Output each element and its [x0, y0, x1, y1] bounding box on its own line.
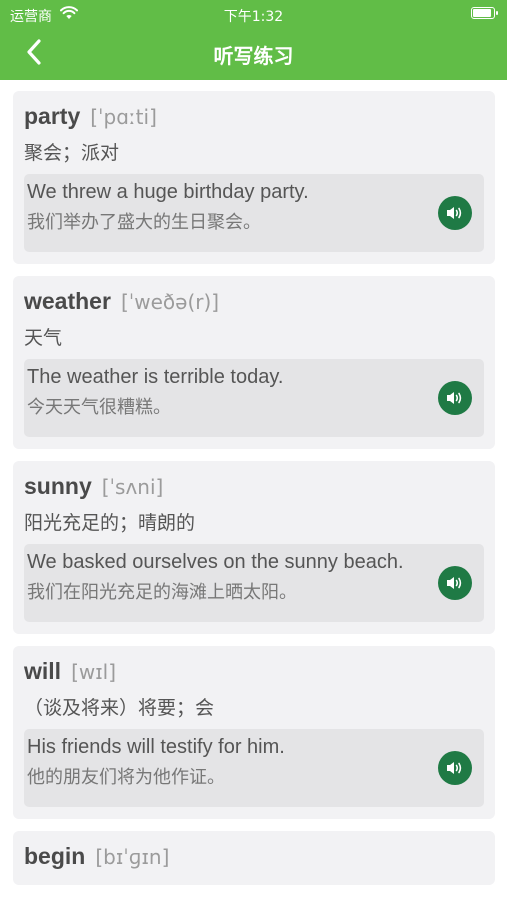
word-card: party [ˈpɑːti] 聚会；派对 We threw a huge bir…	[13, 91, 495, 264]
page-title: 听写练习	[213, 44, 294, 68]
example-english: We basked ourselves on the sunny beach.	[27, 551, 404, 573]
example-chinese: 今天天气很糟糕。	[27, 397, 171, 418]
phonetic-text: [wɪl]	[71, 660, 117, 684]
meaning-text: （谈及将来）将要；会	[24, 697, 215, 719]
phonetic-text: [ˈsʌni]	[101, 475, 164, 499]
example-box: The weather is terrible today. 今天天气很糟糕。	[24, 359, 484, 437]
example-box: His friends will testify for him. 他的朋友们将…	[24, 729, 484, 807]
example-chinese: 他的朋友们将为他作证。	[27, 767, 225, 788]
example-box: We basked ourselves on the sunny beach. …	[24, 544, 484, 622]
play-audio-button[interactable]	[438, 566, 472, 600]
word-text: sunny	[24, 473, 92, 499]
word-text: weather	[24, 288, 111, 314]
example-english: We threw a huge birthday party.	[27, 181, 309, 203]
word-card: will [wɪl] （谈及将来）将要；会 His friends will t…	[13, 646, 495, 819]
battery-icon	[471, 7, 498, 19]
word-card: sunny [ˈsʌni] 阳光充足的；晴朗的 We basked oursel…	[13, 461, 495, 634]
word-text: will	[24, 658, 62, 684]
play-audio-button[interactable]	[438, 751, 472, 785]
example-chinese: 我们举办了盛大的生日聚会。	[27, 212, 261, 233]
nav-header: 运营商 下午1:32 听写练习	[0, 0, 507, 80]
word-list: party [ˈpɑːti] 聚会；派对 We threw a huge bir…	[13, 91, 495, 897]
meaning-text: 聚会；派对	[24, 142, 120, 164]
play-audio-button[interactable]	[438, 196, 472, 230]
word-text: party	[24, 103, 81, 129]
example-chinese: 我们在阳光充足的海滩上晒太阳。	[27, 582, 297, 603]
play-audio-button[interactable]	[438, 381, 472, 415]
phonetic-text: [bɪˈɡɪn]	[95, 845, 170, 869]
speaker-icon	[447, 392, 462, 404]
meaning-text: 天气	[24, 327, 63, 349]
word-card: weather [ˈweðə(r)] 天气 The weather is ter…	[13, 276, 495, 449]
status-time: 下午1:32	[223, 9, 284, 25]
example-box: We threw a huge birthday party. 我们举办了盛大的…	[24, 174, 484, 252]
speaker-icon	[447, 577, 462, 589]
speaker-icon	[447, 207, 462, 219]
example-english: The weather is terrible today.	[27, 366, 284, 388]
phonetic-text: [ˈweðə(r)]	[120, 290, 220, 314]
word-card: begin [bɪˈɡɪn]	[13, 831, 495, 885]
meaning-text: 阳光充足的；晴朗的	[24, 512, 196, 534]
speaker-icon	[447, 762, 462, 774]
example-english: His friends will testify for him.	[27, 736, 285, 758]
status-bar: 运营商 下午1:32	[0, 0, 507, 28]
phonetic-text: [ˈpɑːti]	[90, 105, 157, 129]
word-text: begin	[24, 843, 86, 869]
